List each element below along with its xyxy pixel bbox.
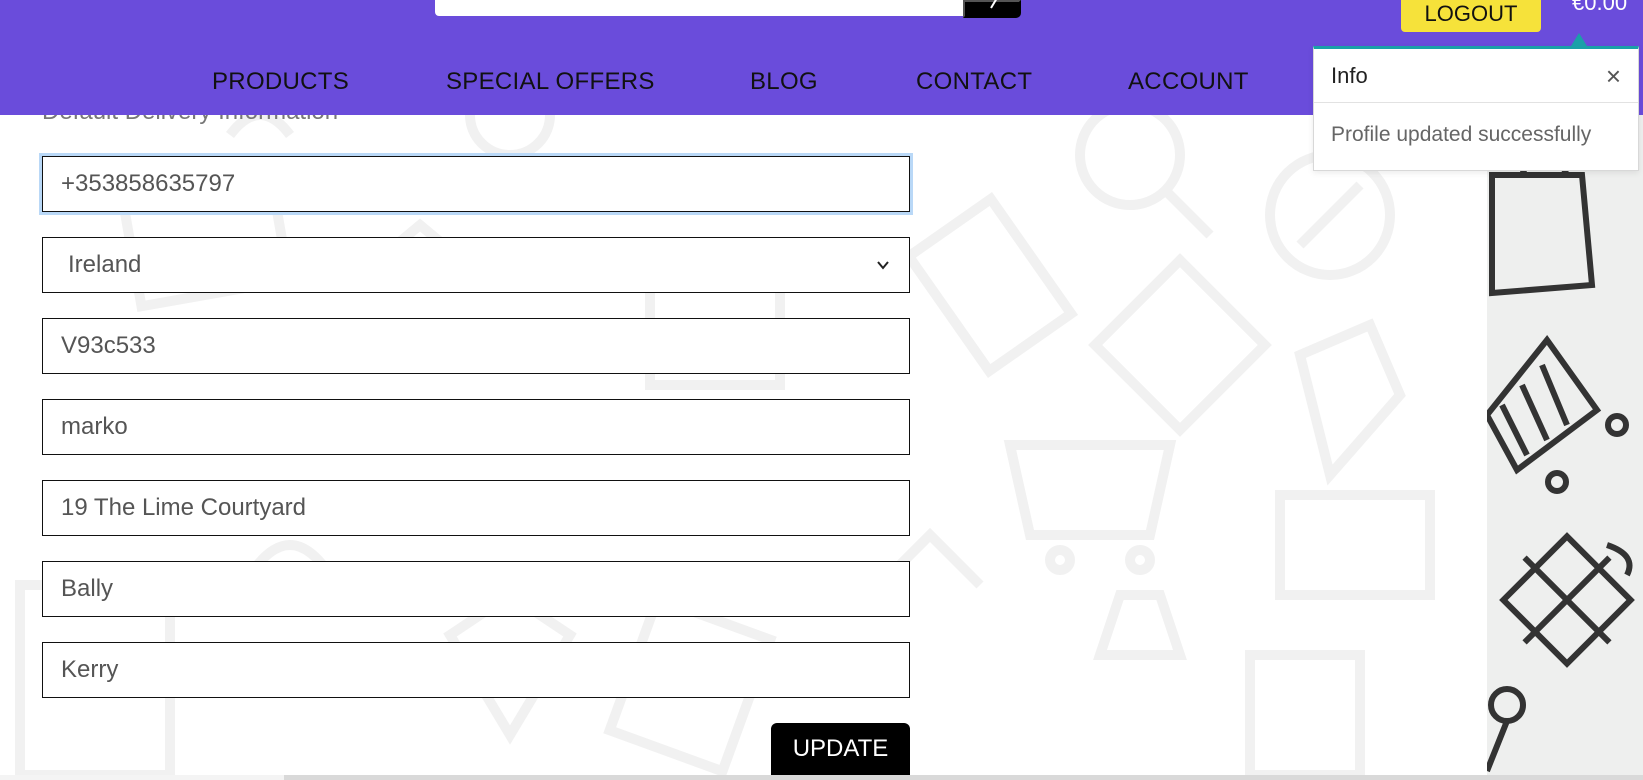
search-button[interactable]: [963, 0, 1021, 18]
search-icon: [990, 0, 997, 9]
county-value: Kerry: [61, 656, 119, 683]
street-address-value: 19 The Lime Courtyard: [61, 494, 307, 521]
main-nav: PRODUCTS SPECIAL OFFERS BLOG CONTACT ACC…: [0, 68, 1300, 104]
phone-field[interactable]: +353858635797: [42, 156, 910, 212]
nav-products[interactable]: PRODUCTS: [212, 68, 349, 96]
country-value: Ireland: [68, 251, 142, 278]
nav-blog[interactable]: BLOG: [750, 68, 818, 96]
locality-field[interactable]: Bally: [42, 561, 910, 617]
bottom-strip: [0, 775, 1643, 780]
street-address-field[interactable]: 19 The Lime Courtyard: [42, 480, 910, 536]
nav-special-offers[interactable]: SPECIAL OFFERS: [446, 68, 655, 96]
nav-contact[interactable]: CONTACT: [916, 68, 1032, 96]
postcode-value: V93c533: [61, 332, 156, 359]
county-field[interactable]: Kerry: [42, 642, 910, 698]
decorative-side-panel: [1487, 115, 1643, 775]
chevron-down-icon: [877, 261, 889, 270]
toast-header: Info ×: [1314, 49, 1638, 103]
town-value: marko: [61, 413, 128, 440]
logout-button[interactable]: LOGOUT: [1401, 0, 1541, 32]
phone-value: +353858635797: [61, 170, 236, 197]
cart-total[interactable]: €0.00: [1572, 0, 1627, 16]
toast-arrow: [1571, 33, 1587, 46]
postcode-field[interactable]: V93c533: [42, 318, 910, 374]
bottom-strip-segment: [0, 775, 284, 780]
close-icon[interactable]: ×: [1606, 63, 1621, 89]
locality-value: Bally: [61, 575, 114, 602]
nav-account[interactable]: ACCOUNT: [1128, 68, 1249, 96]
toast-message: Profile updated successfully: [1331, 123, 1592, 146]
info-toast: Info × Profile updated successfully: [1313, 46, 1639, 171]
town-field[interactable]: marko: [42, 399, 910, 455]
country-select[interactable]: Ireland: [42, 237, 910, 293]
search-input[interactable]: [435, 0, 965, 16]
toast-title: Info: [1331, 62, 1368, 88]
update-button[interactable]: UPDATE: [771, 723, 910, 775]
